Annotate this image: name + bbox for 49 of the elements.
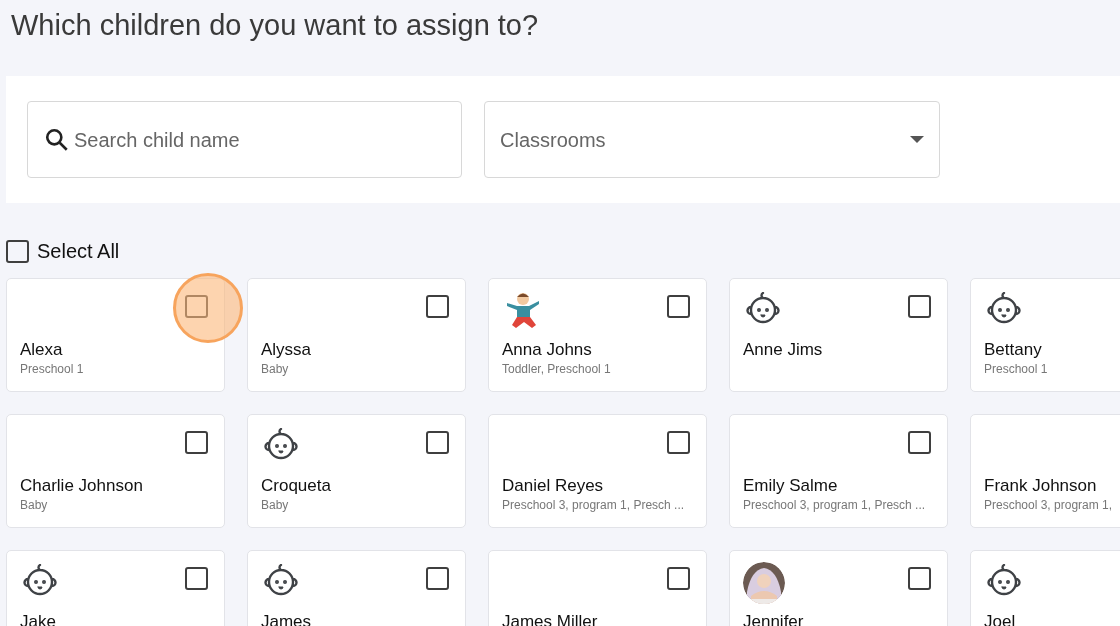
child-card[interactable]: Charlie Johnson Baby <box>6 414 225 528</box>
classroom-list: Baby <box>261 497 289 514</box>
select-all-label: Select All <box>37 239 120 264</box>
child-card[interactable]: Frank Johnson Preschool 3, program 1, <box>970 414 1120 528</box>
child-name: Daniel Reyes <box>502 475 604 497</box>
child-card[interactable]: Alexa Preschool 1 <box>6 278 225 392</box>
checkbox[interactable] <box>185 431 208 454</box>
search-input[interactable]: Search child name <box>74 124 434 155</box>
child-name: Emily Salme <box>743 475 838 497</box>
child-card[interactable]: Anna Johns Toddler, Preschool 1 <box>488 278 707 392</box>
child-name: Bettany <box>984 339 1042 361</box>
caret-icon <box>910 135 924 144</box>
page-title: Which children do you want to assign to? <box>11 8 539 43</box>
classroom-list: Preschool 1 <box>984 361 1048 378</box>
classroom-list: Preschool 3, program 1, Presch ... <box>743 497 926 514</box>
classroom-list: Preschool 3, program 1, <box>984 497 1113 514</box>
checkbox[interactable] <box>426 431 449 454</box>
classroom-list: Toddler, Preschool 1 <box>502 361 611 378</box>
child-name: Anna Johns <box>502 339 592 361</box>
child-name: Alyssa <box>261 339 312 361</box>
classroom-list: Baby <box>261 361 289 378</box>
classroom-list: Baby <box>20 497 48 514</box>
child-card[interactable]: Emily Salme Preschool 3, program 1, Presch ... <box>729 414 948 528</box>
child-card[interactable]: Daniel Reyes Preschool 3, program 1, Presch ... <box>488 414 707 528</box>
checkbox[interactable] <box>908 431 931 454</box>
child-name: Anne Jims <box>743 339 823 361</box>
checkbox[interactable] <box>185 295 208 318</box>
child-name: Alexa <box>20 339 63 361</box>
child-card[interactable]: Anne Jims <box>729 278 948 392</box>
checkbox[interactable] <box>667 567 690 590</box>
child-name: Charlie Johnson <box>20 475 143 497</box>
checkbox[interactable] <box>426 295 449 318</box>
checkbox[interactable] <box>667 295 690 318</box>
checkbox[interactable] <box>908 567 931 590</box>
search-icon <box>44 126 70 153</box>
child-card[interactable]: Alyssa Baby <box>247 278 466 392</box>
child-card[interactable]: Croqueta Baby <box>247 414 466 528</box>
classrooms-dropdown[interactable]: Classrooms <box>484 101 940 178</box>
classroom-list: Preschool 3, program 1, Presch ... <box>502 497 685 514</box>
checkbox[interactable] <box>908 295 931 318</box>
checkbox[interactable] <box>185 567 208 590</box>
child-name: Frank Johnson <box>984 475 1097 497</box>
child-name: Croqueta <box>261 475 331 497</box>
classroom-list: Preschool 1 <box>20 361 84 378</box>
checkbox[interactable] <box>6 239 29 263</box>
checkbox[interactable] <box>426 567 449 590</box>
checkbox[interactable] <box>667 431 690 454</box>
search-field[interactable]: Search child name <box>27 101 462 178</box>
child-card[interactable]: Bettany Preschool 1 <box>970 278 1120 392</box>
